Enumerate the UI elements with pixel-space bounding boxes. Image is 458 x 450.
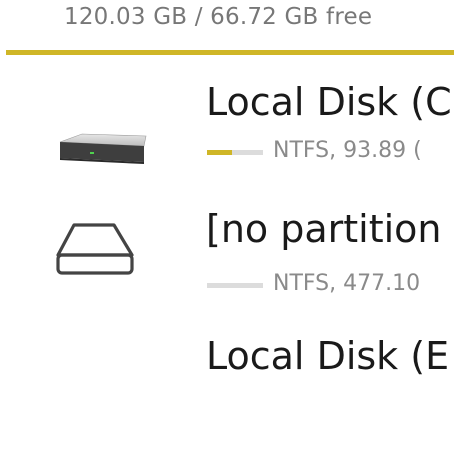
drive-name: [no partition — [206, 207, 442, 251]
drive-item-no-partition[interactable]: [no partition NTFS, 477.10 — [0, 205, 458, 325]
drive-outline-icon — [56, 223, 134, 275]
drive-details: NTFS, 93.89 ( — [273, 138, 422, 163]
drive-usage-bar-fill — [207, 150, 233, 155]
accent-divider — [6, 50, 454, 55]
drive-item-local-disk-c[interactable]: Local Disk (C NTFS, 93.89 ( — [0, 80, 458, 200]
drive-name: Local Disk (E — [206, 334, 450, 378]
hard-drive-icon — [59, 133, 147, 164]
drive-usage-bar — [207, 150, 263, 155]
drive-name: Local Disk (C — [206, 80, 452, 124]
drive-usage-bar — [207, 283, 263, 288]
storage-summary-text: 120.03 GB / 66.72 GB free — [64, 4, 373, 30]
drive-details: NTFS, 477.10 — [273, 271, 421, 296]
drive-item-local-disk-e[interactable]: Local Disk (E — [0, 330, 458, 450]
